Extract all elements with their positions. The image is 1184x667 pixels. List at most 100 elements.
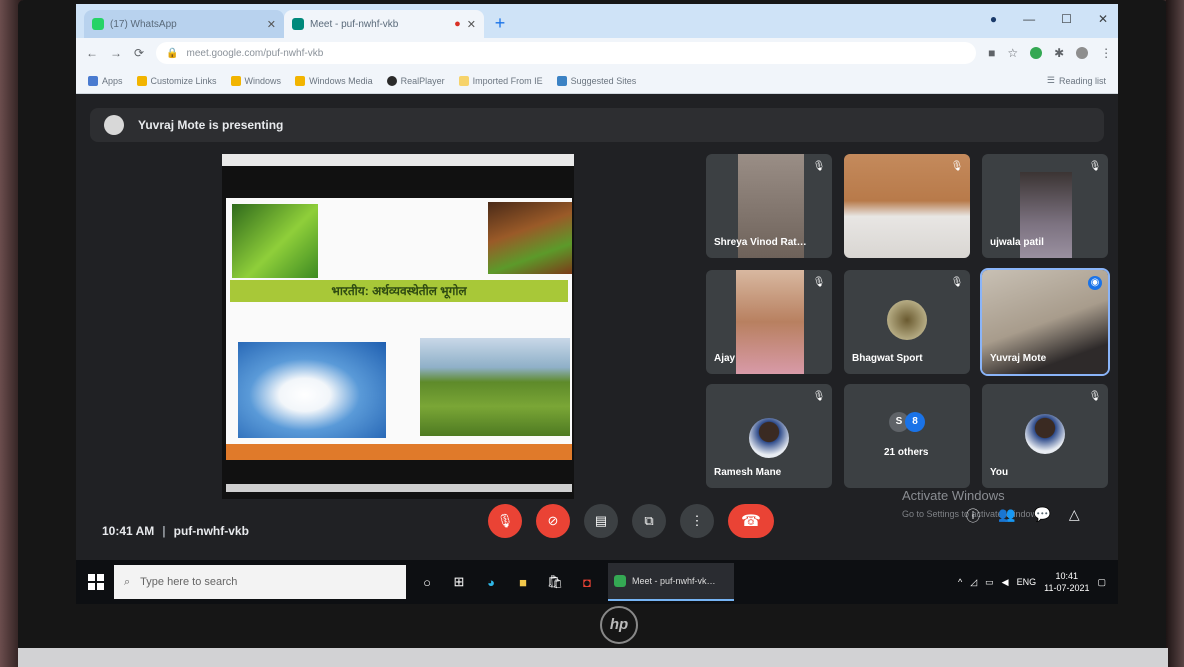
participant-name: ujwala patil bbox=[990, 237, 1044, 248]
camera-off-icon: ⊘ bbox=[547, 513, 559, 528]
mic-off-icon: 🎙 bbox=[1088, 391, 1102, 402]
new-tab-button[interactable]: + bbox=[488, 11, 512, 35]
participant-tile[interactable]: 🎙 You bbox=[982, 384, 1108, 488]
close-window-icon[interactable]: ✕ bbox=[1098, 12, 1108, 26]
people-icon[interactable]: 👥 bbox=[998, 506, 1015, 526]
reload-icon[interactable]: ⟳ bbox=[134, 46, 144, 60]
star-icon[interactable]: ☆ bbox=[1007, 46, 1018, 60]
forward-icon[interactable]: → bbox=[110, 46, 122, 60]
participant-tile[interactable]: 🎙 ujwala patil bbox=[982, 154, 1108, 258]
avatar bbox=[1025, 414, 1065, 454]
captions-button[interactable]: ▤ bbox=[584, 504, 618, 538]
participant-tile[interactable]: 🎙 Shreya Vinod Rat… bbox=[706, 154, 832, 258]
bookmark-suggested-sites[interactable]: Suggested Sites bbox=[556, 75, 636, 86]
activate-windows-title: Activate Windows bbox=[902, 488, 1005, 503]
laptop-edge-right bbox=[1166, 0, 1184, 667]
puzzle-icon[interactable]: ✱ bbox=[1054, 46, 1064, 60]
edge-icon[interactable]: ◕ bbox=[480, 571, 502, 593]
tab-title: (17) WhatsApp bbox=[110, 18, 177, 30]
participant-tile[interactable]: 🎙 Bhagwat Sport bbox=[844, 270, 970, 374]
cortana-icon[interactable]: ○ bbox=[416, 571, 438, 593]
tab-whatsapp[interactable]: (17) WhatsApp ✕ bbox=[84, 10, 284, 38]
info-icon[interactable]: ⓘ bbox=[966, 506, 980, 526]
participant-name: Yuvraj Mote bbox=[990, 353, 1047, 364]
camera-icon[interactable]: ■ bbox=[988, 46, 995, 60]
apps-icon bbox=[88, 75, 98, 86]
extension-icon[interactable] bbox=[1030, 47, 1043, 59]
mic-off-icon: 🎙 bbox=[812, 277, 826, 288]
bookmark-windows[interactable]: Windows bbox=[230, 75, 281, 86]
mic-off-icon: 🎙 bbox=[1088, 161, 1102, 172]
reading-list-button[interactable]: ☰ Reading list bbox=[1047, 75, 1106, 86]
ie-icon bbox=[556, 75, 567, 86]
file-explorer-icon[interactable]: ■ bbox=[512, 571, 534, 593]
mic-off-icon: 🎙 bbox=[812, 161, 826, 172]
folder-icon bbox=[295, 75, 306, 86]
present-button[interactable]: ⧉ bbox=[632, 504, 666, 538]
network-icon[interactable]: ◿ bbox=[970, 577, 977, 588]
bookmark-imported-from-ie[interactable]: Imported From IE bbox=[458, 75, 543, 86]
participant-tile[interactable]: 🎙 bbox=[844, 154, 970, 258]
participant-name: You bbox=[990, 467, 1009, 478]
chat-icon[interactable]: 💬 bbox=[1033, 506, 1050, 526]
mic-off-icon: 🎙 bbox=[812, 391, 826, 402]
notifications-icon[interactable]: ▢ bbox=[1097, 577, 1106, 588]
taskbar-meet-app[interactable]: Meet - puf-nwhf-vk… bbox=[608, 563, 734, 601]
profile-icon[interactable]: ● bbox=[990, 12, 997, 26]
slide-scroll-bar bbox=[226, 484, 572, 492]
shared-screen: भारतीय: अर्थव्यवस्थेतील भूगोल bbox=[222, 154, 574, 499]
browser-tab-bar: (17) WhatsApp ✕ Meet - puf-nwhf-vkb ● ✕ … bbox=[76, 4, 1118, 38]
office-icon[interactable]: ◘ bbox=[576, 571, 598, 593]
presenting-text: Yuvraj Mote is presenting bbox=[138, 118, 284, 132]
minimize-icon[interactable]: — bbox=[1023, 12, 1035, 26]
menu-icon[interactable]: ⋮ bbox=[1100, 46, 1112, 60]
taskbar-app-label: Meet - puf-nwhf-vk… bbox=[632, 576, 716, 586]
participant-tile[interactable]: ◉ Yuvraj Mote bbox=[980, 268, 1110, 376]
meeting-code: puf-nwhf-vkb bbox=[173, 524, 249, 538]
avatar[interactable] bbox=[1076, 47, 1089, 59]
chrome-icon bbox=[614, 575, 626, 587]
language-indicator[interactable]: ENG bbox=[1017, 577, 1037, 587]
presentation-slide: भारतीय: अर्थव्यवस्थेतील भूगोल bbox=[226, 198, 572, 460]
leave-call-button[interactable]: ☎ bbox=[728, 504, 774, 538]
sky-cloud-photo bbox=[238, 342, 386, 438]
laptop-screen: (17) WhatsApp ✕ Meet - puf-nwhf-vkb ● ✕ … bbox=[76, 4, 1118, 604]
meeting-time: 10:41 AM bbox=[102, 524, 155, 538]
windows-start-icon[interactable] bbox=[88, 574, 104, 590]
battery-icon[interactable]: ▭ bbox=[985, 577, 994, 588]
slide-title-banner: भारतीय: अर्थव्यवस्थेतील भूगोल bbox=[230, 280, 568, 302]
clock[interactable]: 10:41 11-07-2021 bbox=[1044, 570, 1089, 594]
participant-name: 21 others bbox=[884, 447, 929, 458]
back-icon[interactable]: ← bbox=[86, 46, 98, 60]
camera-toggle-button[interactable]: ⊘ bbox=[536, 504, 570, 538]
maximize-icon[interactable]: ☐ bbox=[1061, 12, 1072, 26]
participant-tile[interactable]: 🎙 Ramesh Mane bbox=[706, 384, 832, 488]
search-placeholder: Type here to search bbox=[140, 576, 238, 588]
bookmark-realplayer[interactable]: RealPlayer bbox=[386, 75, 445, 86]
task-view-icon[interactable]: ⊞ bbox=[448, 571, 470, 593]
bookmark-apps[interactable]: Apps bbox=[88, 75, 123, 86]
bookmark-customize-links[interactable]: Customize Links bbox=[136, 75, 217, 86]
volume-icon[interactable]: ◀ bbox=[1002, 577, 1009, 588]
activities-icon[interactable]: △ bbox=[1069, 506, 1080, 526]
participant-tile[interactable]: 🎙 Ajay bbox=[706, 270, 832, 374]
close-tab-icon[interactable]: ✕ bbox=[467, 18, 476, 31]
side-controls: ⓘ 👥 💬 △ bbox=[966, 506, 1080, 526]
participant-tile[interactable]: S 8 21 others bbox=[844, 384, 970, 488]
clock-date: 11-07-2021 bbox=[1044, 583, 1090, 593]
presenting-banner: Yuvraj Mote is presenting bbox=[90, 108, 1104, 142]
url-field[interactable]: 🔒 meet.google.com/puf-nwhf-vkb bbox=[156, 42, 977, 64]
chevron-up-icon[interactable]: ^ bbox=[958, 577, 962, 587]
mic-off-icon: 🎙 bbox=[496, 513, 514, 528]
mic-toggle-button[interactable]: 🎙 bbox=[488, 504, 522, 538]
system-tray: ^ ◿ ▭ ◀ ENG 10:41 11-07-2021 ▢ bbox=[958, 560, 1106, 604]
hang-up-icon: ☎ bbox=[741, 513, 761, 530]
taskbar-search-input[interactable]: ⌕ Type here to search bbox=[114, 565, 406, 599]
store-icon[interactable]: 🛍 bbox=[544, 571, 566, 593]
meeting-info: 10:41 AM | puf-nwhf-vkb bbox=[102, 524, 249, 538]
more-options-button[interactable]: ⋮ bbox=[680, 504, 714, 538]
bookmark-windows-media[interactable]: Windows Media bbox=[295, 75, 373, 86]
close-tab-icon[interactable]: ✕ bbox=[267, 18, 276, 31]
meet-icon bbox=[292, 18, 304, 30]
tab-meet[interactable]: Meet - puf-nwhf-vkb ● ✕ bbox=[284, 10, 484, 38]
